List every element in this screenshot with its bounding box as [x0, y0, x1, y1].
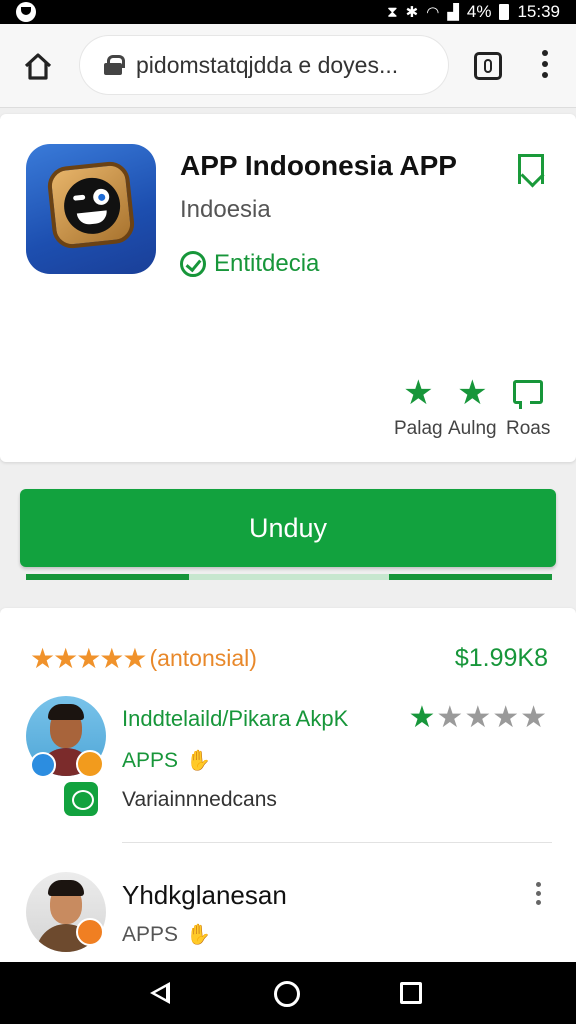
url-bar[interactable]: pidomstatqjdda e doyes... [80, 36, 448, 94]
item-rating-stars: ★★★★★ [408, 701, 548, 734]
wifi-icon: ◠ [426, 4, 440, 21]
star-icon: ★ [457, 374, 488, 412]
app-icon [26, 144, 156, 274]
progress-fill-end [388, 574, 552, 580]
download-progress-bar [26, 574, 552, 580]
stat-rating-2[interactable]: ★ Aulng [448, 376, 497, 440]
stat-label: Roas [506, 418, 551, 439]
verified-badge: Entitdecia [180, 250, 319, 278]
arrow-badge-icon [76, 918, 104, 946]
battery-percent: 4% [466, 2, 492, 21]
stat-rating-1[interactable]: ★ Palag [394, 376, 443, 440]
list-item-description: Variainnnedcans [122, 788, 277, 811]
price-label: $1.99K8 [454, 644, 548, 672]
clock: 15:39 [517, 2, 560, 21]
verified-check-icon [180, 251, 206, 277]
browser-toolbar: pidomstatqjdda e doyes... [0, 24, 576, 108]
stat-reviews[interactable]: Roas [506, 376, 550, 440]
battery-icon [499, 4, 510, 20]
hand-icon: ✋ [186, 750, 211, 772]
category-label: APPS [122, 748, 179, 772]
tabs-button[interactable] [474, 52, 502, 80]
download-button[interactable]: Unduy [20, 489, 556, 567]
stat-label: Palag [394, 418, 443, 439]
progress-fill [26, 574, 190, 580]
browser-menu-button[interactable] [538, 50, 552, 82]
category-label: APPS [122, 922, 179, 946]
lock-icon [104, 55, 125, 75]
chat-icon [64, 782, 98, 816]
home-circle-icon[interactable] [274, 981, 300, 1007]
app-badge-icon [30, 752, 56, 778]
more-options-icon[interactable] [534, 882, 542, 908]
bluetooth-icon: ✱ [405, 4, 419, 21]
url-text: pidomstatqjdda e doyes... [136, 51, 399, 78]
rating-summary: ★★★★★ (antonsial) [30, 642, 257, 675]
app-header-card: APP Indoonesia APP Indoesia Entitdecia ★… [0, 114, 576, 462]
divider [122, 842, 552, 843]
app-title: APP Indoonesia APP [180, 150, 457, 181]
star-icon: ★ [403, 374, 434, 412]
rating-stars: ★★★★★ [30, 643, 148, 674]
list-item-category: APPS ✋ [122, 748, 211, 773]
status-icons: ⧗ ✱ ◠ ▟ 4% 15:39 [387, 0, 560, 24]
signal-icon: ▟ [447, 4, 459, 21]
rating-text: (antonsial) [149, 645, 257, 671]
stat-label: Aulng [448, 418, 497, 439]
app-badge-icon [76, 750, 104, 778]
hand-icon: ✋ [186, 924, 211, 946]
bookmark-icon[interactable] [518, 154, 544, 184]
list-item-category: APPS ✋ [122, 922, 211, 947]
tab-count-icon [484, 59, 492, 73]
status-bar: ⧗ ✱ ◠ ▟ 4% 15:39 [0, 0, 576, 24]
recents-icon[interactable] [400, 982, 422, 1004]
vibrate-icon: ⧗ [387, 3, 398, 21]
message-icon [513, 380, 544, 409]
home-icon[interactable] [22, 50, 54, 82]
system-nav-bar [0, 962, 576, 1024]
notification-icon [16, 2, 36, 22]
related-apps-card: ★★★★★ (antonsial) $1.99K8 Inddtelaild/Pi… [0, 608, 576, 988]
list-item-title: Inddtelaild/Pikara AkpK [122, 706, 349, 731]
back-icon[interactable] [150, 982, 170, 1004]
verified-label: Entitdecia [214, 250, 320, 277]
list-item-title: Yhdkglanesan [122, 880, 287, 910]
app-developer: Indoesia [180, 196, 271, 223]
